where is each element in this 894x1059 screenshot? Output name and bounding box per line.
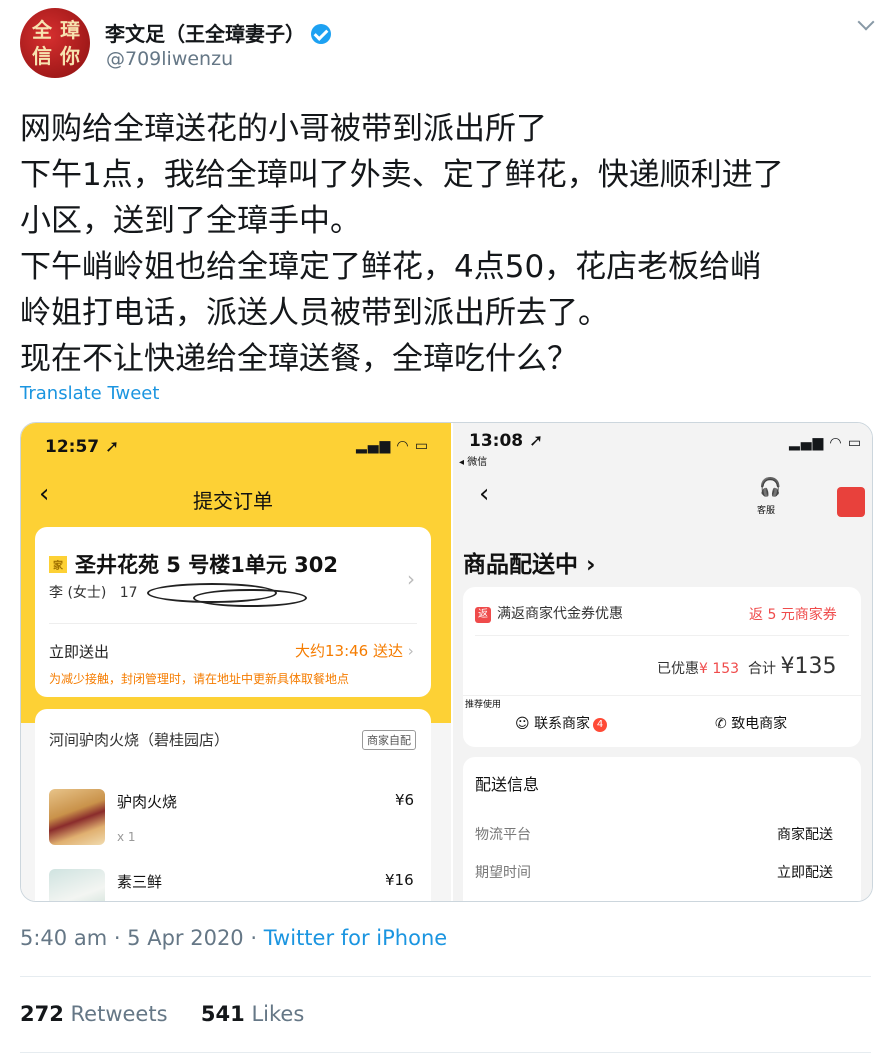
coupon-line: 返满返商家代金券优惠	[475, 603, 623, 623]
food-image	[49, 789, 105, 845]
totals-line: 已优惠¥ 153 合计 ¥135	[657, 654, 837, 679]
back-icon[interactable]: ‹	[479, 479, 489, 509]
avatar-glyph: 你	[60, 44, 80, 68]
author-handle[interactable]: @709liwenzu	[106, 48, 233, 70]
source-link[interactable]: Twitter for iPhone	[264, 926, 448, 950]
delivery-info-card: 配送信息 物流平台 商家配送 期望时间 立即配送	[463, 757, 861, 901]
coupon-icon: 返	[475, 607, 491, 623]
right-screenshot[interactable]: 13:08 ➚ ◂ 微信 ▂▄▆ ◠ ▭ ‹ 🎧 客服 商品配送中 › 返满返商…	[453, 423, 872, 901]
item-name: 驴肉火烧	[117, 793, 178, 811]
avatar-glyph: 璋	[60, 18, 80, 42]
engagement-stats: 272 Retweets 541 Likes	[20, 1002, 304, 1026]
call-merchant-button[interactable]: ✆ 致电商家	[715, 713, 787, 733]
verified-badge-icon	[311, 24, 331, 44]
shop-delivery-tag: 商家自配	[362, 729, 416, 750]
tweet-line: 岭姐打电话，派送人员被带到派出所去了。	[20, 295, 609, 331]
address-card[interactable]: 家圣井花苑 5 号楼1单元 302 李 (女士) 17 › 立即送出 大约13:…	[35, 527, 431, 697]
row-label: 期望时间	[475, 865, 531, 881]
author-name-row[interactable]: 李文足（王全璋妻子）	[105, 18, 331, 47]
divider	[49, 623, 417, 624]
page-title: 提交订单	[193, 489, 273, 513]
row-label: 物流平台	[475, 827, 531, 843]
contact-line: 李 (女士) 17	[49, 585, 138, 601]
recommend-label: 推荐使用	[465, 700, 502, 710]
left-screenshot[interactable]: 12:57 ➚ ▂▄▆ ◠ ▭ ‹ 提交订单 家圣井花苑 5 号楼1单元 302…	[21, 423, 451, 901]
summary-card: 返满返商家代金券优惠 返 5 元商家券 已优惠¥ 153 合计 ¥135 推荐使…	[463, 587, 861, 747]
coupon-value: 返 5 元商家券	[749, 607, 837, 623]
status-icons: ▂▄▆ ◠ ▭	[789, 435, 863, 451]
red-envelope-icon[interactable]	[837, 487, 865, 517]
item-price: ¥16	[385, 871, 414, 889]
shop-name: 河间驴肉火烧（碧桂园店）	[49, 731, 230, 749]
eta-selector[interactable]: 大约13:46 送达 ›	[295, 640, 414, 661]
status-icons: ▂▄▆ ◠ ▭	[356, 438, 430, 454]
food-image	[49, 869, 105, 901]
timestamp[interactable]: 5:40 am · 5 Apr 2020 ·	[20, 926, 264, 950]
avatar-glyph: 全	[32, 18, 52, 42]
row-value: 立即配送	[777, 865, 833, 881]
tweet-media[interactable]: 12:57 ➚ ▂▄▆ ◠ ▭ ‹ 提交订单 家圣井花苑 5 号楼1单元 302…	[20, 422, 873, 902]
unread-badge: 4	[593, 718, 608, 732]
chevron-right-icon[interactable]: ›	[407, 567, 415, 591]
tweet-line: 小区，送到了全璋手中。	[20, 203, 361, 239]
divider	[475, 635, 849, 636]
back-to-wechat[interactable]: ◂ 微信	[459, 453, 487, 468]
tweet-line: 网购给全璋送花的小哥被带到派出所了	[20, 111, 547, 147]
home-tag: 家	[49, 556, 67, 573]
service-label: 客服	[757, 506, 776, 516]
avatar-glyph: 信	[32, 44, 52, 68]
headset-icon[interactable]: 🎧	[759, 477, 781, 498]
item-name: 素三鲜	[117, 873, 163, 891]
chat-icon: ☺	[515, 716, 530, 732]
delivery-header: 配送信息	[475, 775, 540, 794]
status-time: 12:57 ➚	[45, 437, 120, 457]
order-card: 河间驴肉火烧（碧桂园店） 商家自配 驴肉火烧 ¥6 x 1 素三鲜 ¥16	[35, 709, 431, 901]
back-icon[interactable]: ‹	[39, 479, 49, 509]
translate-tweet-link[interactable]: Translate Tweet	[20, 383, 159, 404]
author-name[interactable]: 李文足（王全璋妻子）	[105, 22, 305, 46]
delivery-notice: 为减少接触，封闭管理时，请在地址中更新具体取餐地点	[49, 672, 350, 686]
status-time: 13:08 ➚	[469, 431, 544, 451]
deliver-now-label: 立即送出	[49, 643, 110, 661]
divider	[20, 976, 871, 977]
avatar[interactable]: 全 璋 信 你	[20, 8, 90, 78]
row-value: 商家配送	[777, 827, 833, 843]
tweet-line: 现在不让快递给全璋送餐，全璋吃什么？	[20, 341, 578, 377]
tweet-line: 下午峭岭姐也给全璋定了鲜花，4点50，花店老板给峭	[20, 249, 762, 285]
scribble-redaction	[193, 589, 307, 607]
tweet-line: 下午1点，我给全璋叫了外卖、定了鲜花，快递顺利进了	[20, 157, 784, 193]
likes-stat[interactable]: 541 Likes	[201, 1002, 304, 1026]
item-qty: x 1	[117, 830, 136, 844]
contact-merchant-button[interactable]: ☺ 联系商家 4	[515, 713, 608, 733]
divider	[20, 1052, 871, 1053]
tweet-timestamp: 5:40 am · 5 Apr 2020 · Twitter for iPhon…	[20, 926, 447, 950]
chevron-down-icon[interactable]	[857, 13, 875, 31]
phone-icon: ✆	[715, 716, 727, 732]
address-line: 家圣井花苑 5 号楼1单元 302	[49, 549, 338, 579]
item-price: ¥6	[395, 791, 415, 809]
divider	[463, 695, 861, 696]
retweets-stat[interactable]: 272 Retweets	[20, 1002, 168, 1026]
tweet-text: 网购给全璋送花的小哥被带到派出所了 下午1点，我给全璋叫了外卖、定了鲜花，快递顺…	[20, 106, 880, 382]
status-title: 商品配送中 ›	[463, 552, 596, 578]
